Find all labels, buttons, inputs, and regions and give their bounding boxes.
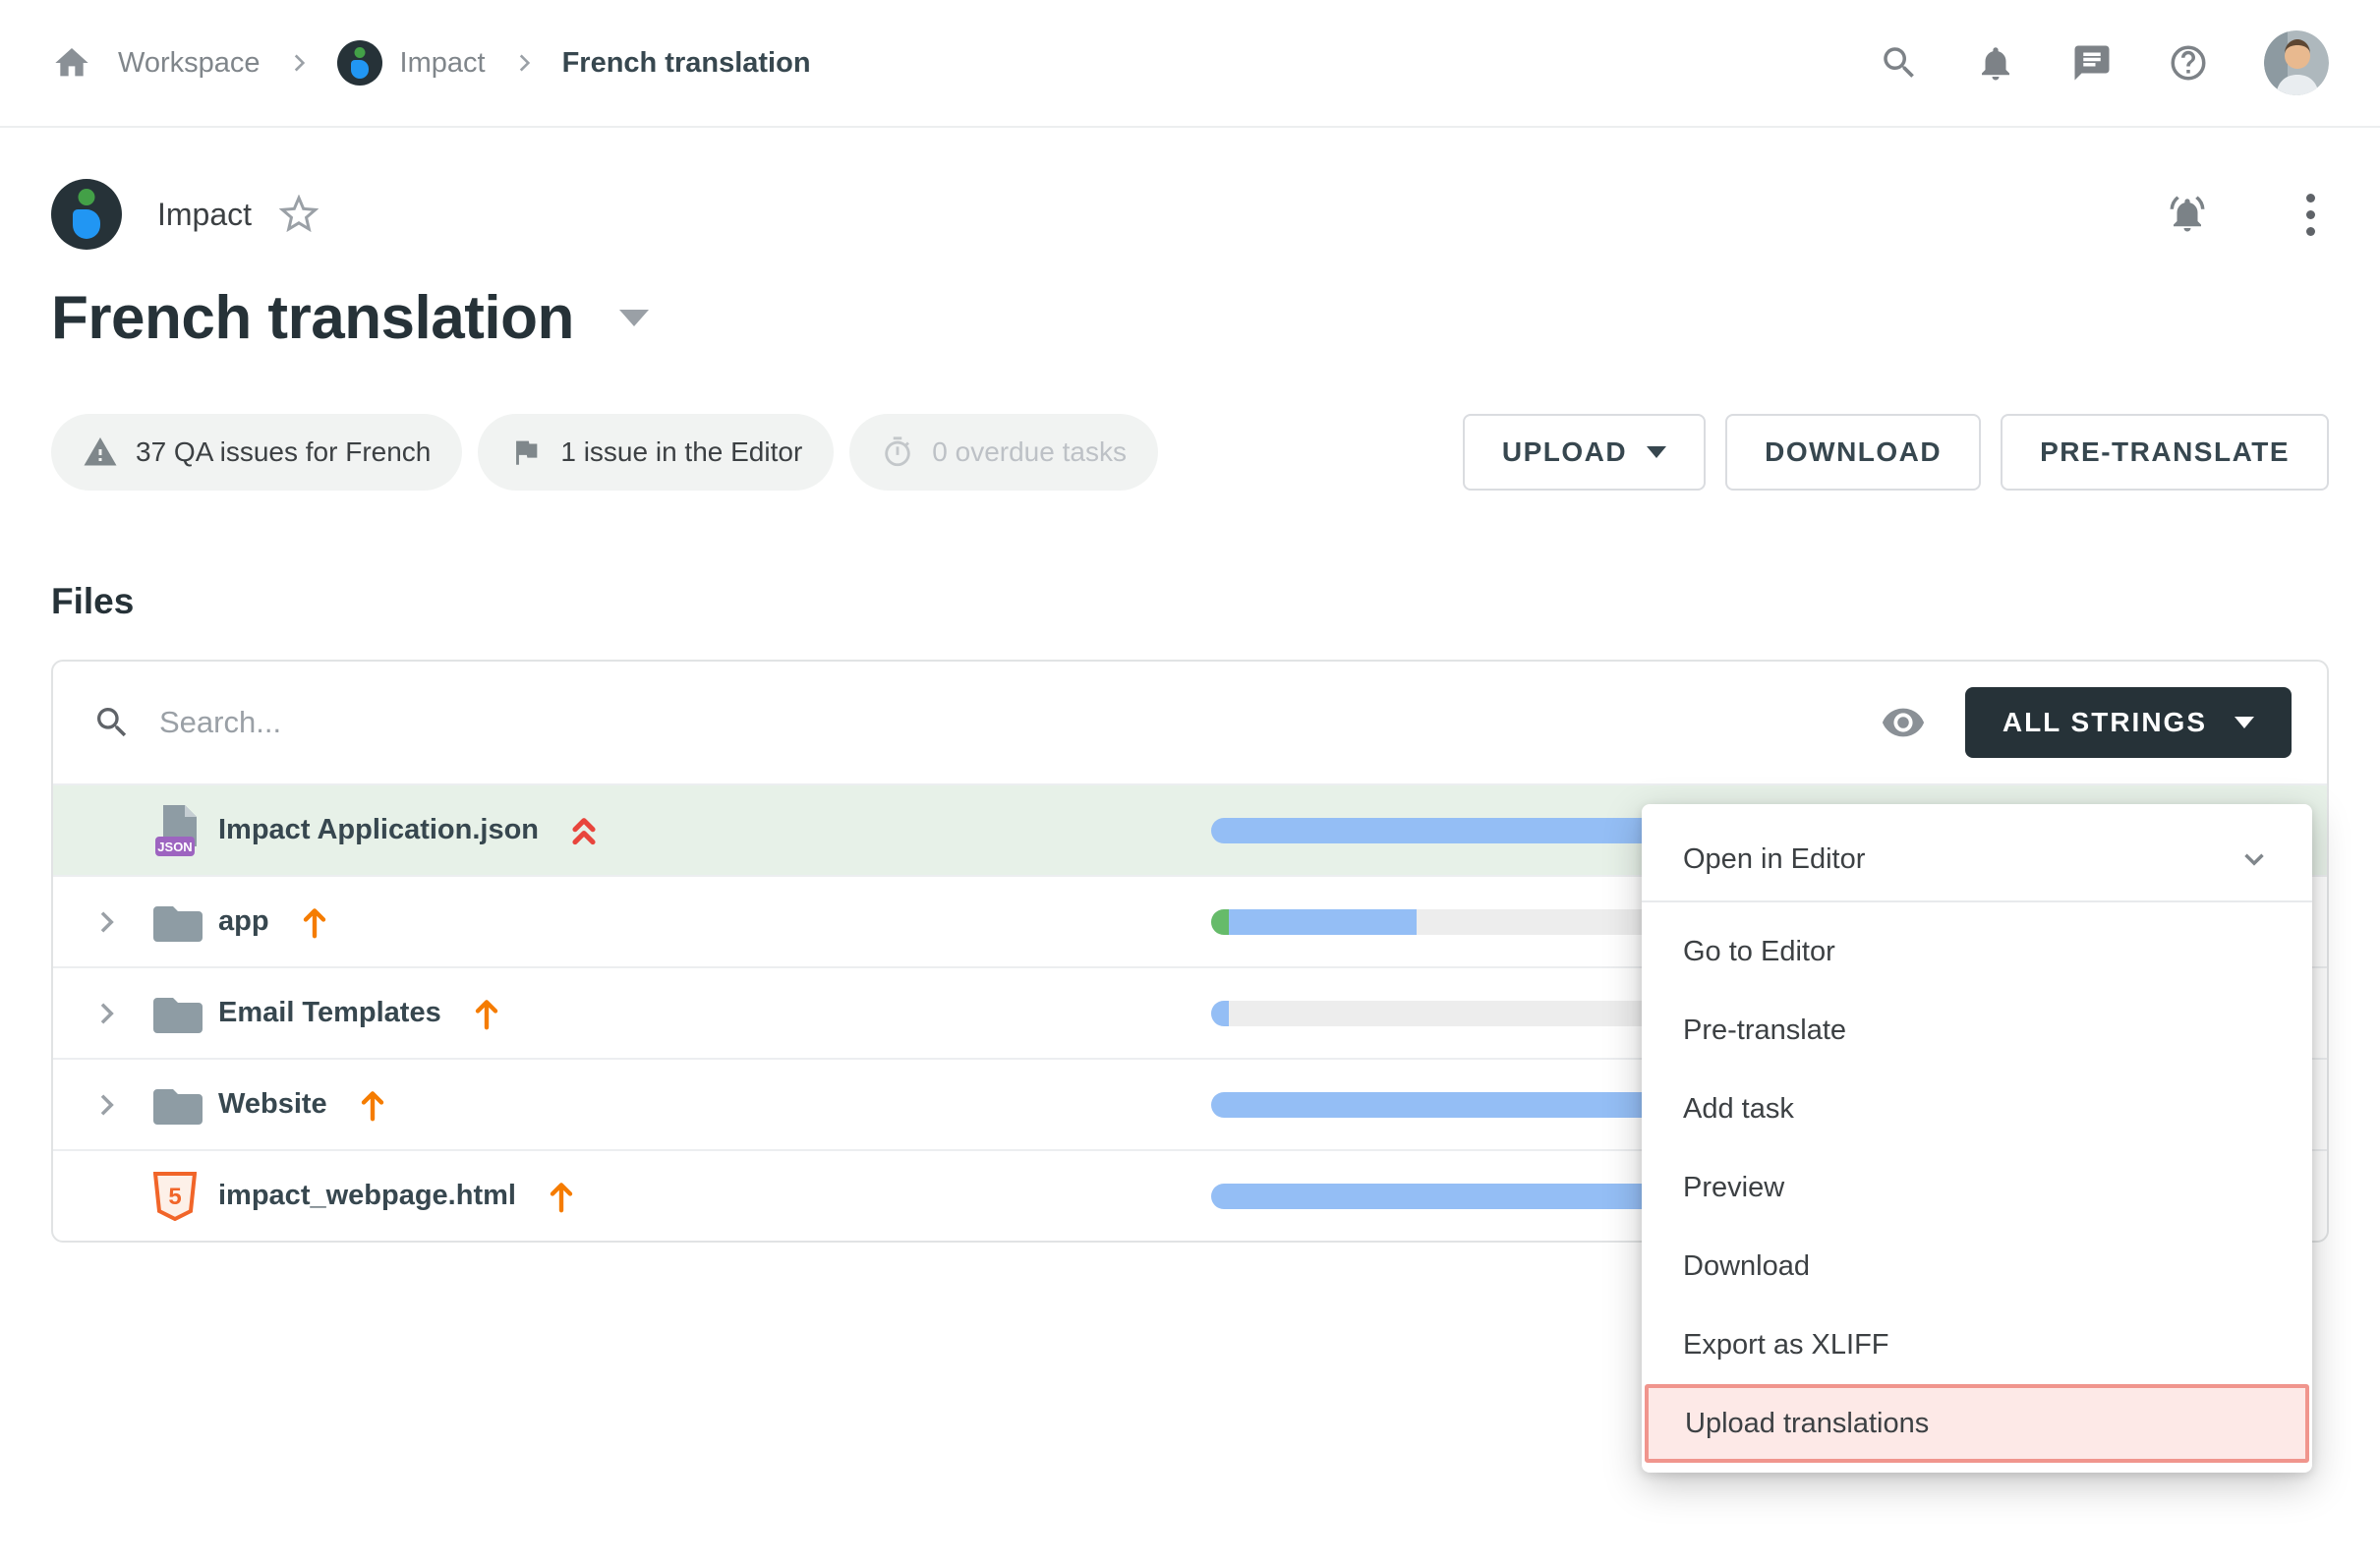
folder-name: Website bbox=[218, 1088, 327, 1121]
search-icon[interactable] bbox=[1879, 42, 1920, 84]
html-file-icon: 5 bbox=[153, 1172, 218, 1221]
priority-high-icon bbox=[357, 1087, 388, 1123]
visibility-eye-icon[interactable] bbox=[1877, 696, 1930, 749]
breadcrumb-chevron-icon bbox=[286, 50, 312, 76]
upload-button[interactable]: UPLOAD bbox=[1463, 414, 1706, 491]
svg-text:5: 5 bbox=[168, 1184, 181, 1210]
breadcrumb-current-label: French translation bbox=[562, 47, 811, 80]
help-icon[interactable] bbox=[2168, 42, 2209, 84]
pre-translate-button-label: PRE-TRANSLATE bbox=[2040, 436, 2290, 468]
file-context-menu: Open in Editor Go to Editor Pre-translat… bbox=[1642, 804, 2312, 1473]
menu-header-label: Open in Editor bbox=[1683, 843, 1865, 876]
qa-issues-chip[interactable]: 37 QA issues for French bbox=[51, 414, 462, 491]
messages-icon[interactable] bbox=[2071, 42, 2113, 84]
files-heading: Files bbox=[51, 581, 2329, 622]
page-title: French translation bbox=[51, 283, 574, 353]
project-logo-icon bbox=[337, 40, 382, 86]
breadcrumb-project[interactable]: Impact bbox=[337, 40, 486, 86]
pre-translate-button[interactable]: PRE-TRANSLATE bbox=[2001, 414, 2329, 491]
breadcrumb-current-page: French translation bbox=[562, 47, 811, 80]
upload-caret-icon bbox=[1647, 446, 1666, 458]
menu-item-preview[interactable]: Preview bbox=[1642, 1148, 2312, 1227]
search-icon bbox=[92, 703, 132, 742]
priority-high-icon bbox=[299, 904, 330, 940]
menu-item-download[interactable]: Download bbox=[1642, 1227, 2312, 1305]
editor-issues-chip[interactable]: 1 issue in the Editor bbox=[478, 414, 834, 491]
menu-item-open-in-editor[interactable]: Open in Editor bbox=[1642, 818, 2312, 900]
user-avatar[interactable] bbox=[2264, 30, 2329, 95]
file-name: impact_webpage.html bbox=[218, 1180, 516, 1212]
project-more-menu-icon[interactable] bbox=[2293, 188, 2329, 242]
breadcrumb-workspace[interactable]: Workspace bbox=[118, 47, 261, 80]
menu-item-upload-translations[interactable]: Upload translations bbox=[1645, 1384, 2309, 1463]
expand-chevron-icon[interactable] bbox=[90, 1089, 153, 1121]
qa-issues-chip-label: 37 QA issues for French bbox=[136, 436, 431, 468]
files-search-input[interactable] bbox=[159, 705, 1877, 740]
download-button[interactable]: DOWNLOAD bbox=[1725, 414, 1981, 491]
project-notifications-icon[interactable] bbox=[2167, 194, 2208, 235]
folder-name: app bbox=[218, 905, 269, 938]
timer-icon bbox=[881, 435, 914, 469]
menu-item-add-task[interactable]: Add task bbox=[1642, 1070, 2312, 1148]
priority-high-icon bbox=[471, 996, 502, 1031]
favorite-star-icon[interactable] bbox=[279, 195, 319, 234]
editor-issues-chip-label: 1 issue in the Editor bbox=[560, 436, 802, 468]
breadcrumb-project-label: Impact bbox=[400, 47, 486, 80]
folder-icon bbox=[153, 994, 218, 1033]
all-strings-filter-label: ALL STRINGS bbox=[2003, 707, 2207, 738]
overdue-tasks-chip-label: 0 overdue tasks bbox=[932, 436, 1127, 468]
chevron-down-icon bbox=[2237, 842, 2271, 876]
folder-icon bbox=[153, 1085, 218, 1125]
top-bar: Workspace Impact French translation bbox=[0, 0, 2380, 128]
project-header: Impact bbox=[51, 179, 2329, 250]
breadcrumb-chevron-icon bbox=[511, 50, 537, 76]
upload-button-label: UPLOAD bbox=[1502, 436, 1627, 468]
project-name: Impact bbox=[157, 197, 252, 233]
folder-icon bbox=[153, 902, 218, 942]
notifications-bell-icon[interactable] bbox=[1975, 42, 2016, 84]
all-strings-caret-icon bbox=[2235, 717, 2254, 728]
project-logo-icon bbox=[51, 179, 122, 250]
json-file-icon: JSON bbox=[153, 803, 218, 858]
download-button-label: DOWNLOAD bbox=[1765, 436, 1942, 468]
files-search-row: ALL STRINGS bbox=[53, 662, 2327, 783]
menu-item-export-as-xliff[interactable]: Export as XLIFF bbox=[1642, 1305, 2312, 1384]
expand-chevron-icon[interactable] bbox=[90, 998, 153, 1029]
overdue-tasks-chip[interactable]: 0 overdue tasks bbox=[849, 414, 1158, 491]
breadcrumb-workspace-label: Workspace bbox=[118, 47, 261, 80]
all-strings-filter-button[interactable]: ALL STRINGS bbox=[1965, 687, 2292, 758]
flag-icon bbox=[509, 435, 543, 469]
menu-item-pre-translate[interactable]: Pre-translate bbox=[1642, 991, 2312, 1070]
expand-chevron-icon[interactable] bbox=[90, 906, 153, 938]
svg-text:JSON: JSON bbox=[157, 840, 192, 854]
breadcrumb: Workspace Impact French translation bbox=[51, 40, 811, 86]
priority-highest-icon bbox=[568, 813, 600, 848]
warning-icon bbox=[83, 435, 118, 470]
file-name: Impact Application.json bbox=[218, 814, 539, 846]
folder-name: Email Templates bbox=[218, 997, 441, 1029]
title-dropdown-caret-icon[interactable] bbox=[619, 310, 649, 326]
home-icon[interactable] bbox=[51, 42, 92, 84]
menu-item-go-to-editor[interactable]: Go to Editor bbox=[1642, 912, 2312, 991]
priority-high-icon bbox=[546, 1179, 577, 1214]
